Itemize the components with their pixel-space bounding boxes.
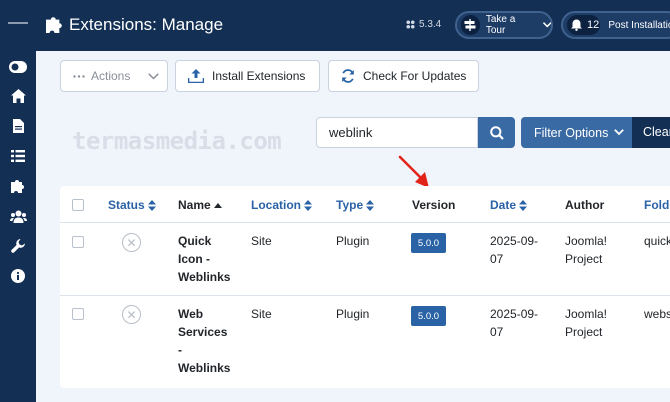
chevron-down-icon bbox=[614, 129, 625, 136]
status-disabled-icon[interactable]: ✕ bbox=[122, 233, 141, 252]
version-label: 5.3.4 bbox=[419, 19, 442, 30]
joomla-version: 5.3.4 bbox=[406, 19, 441, 30]
sidebar-item-users[interactable] bbox=[0, 201, 36, 231]
author-cell: Joomla! Project bbox=[565, 234, 608, 266]
sidebar-item-components[interactable] bbox=[0, 171, 36, 201]
column-header-version: Version bbox=[412, 198, 456, 212]
file-icon bbox=[12, 119, 24, 133]
version-badge: 5.0.0 bbox=[411, 233, 446, 253]
sort-icon bbox=[519, 199, 528, 211]
page-title: Extensions: Manage bbox=[69, 15, 224, 34]
extension-name-link[interactable]: Web Services - Weblinks bbox=[178, 305, 238, 377]
ellipsis-icon bbox=[73, 74, 85, 78]
date-cell: 2025-09- 07 bbox=[490, 234, 539, 266]
filter-options-button[interactable]: Filter Options bbox=[521, 117, 632, 148]
check-for-updates-label: Check For Updates bbox=[363, 69, 467, 83]
actions-dropdown[interactable]: Actions bbox=[60, 60, 168, 92]
wrench-icon bbox=[11, 239, 25, 253]
sidebar-logo bbox=[8, 22, 28, 24]
bell-icon bbox=[571, 19, 582, 31]
extension-name-link[interactable]: Quick Icon - Weblinks bbox=[178, 232, 238, 286]
watermark: termasmedia.com bbox=[72, 127, 282, 155]
notification-count: 12 bbox=[587, 19, 600, 31]
sidebar-item-content[interactable] bbox=[0, 111, 36, 141]
type-cell: Plugin bbox=[336, 234, 370, 248]
info-icon bbox=[11, 269, 25, 283]
column-header-type[interactable]: Type bbox=[336, 198, 375, 212]
upload-icon bbox=[188, 69, 204, 83]
sidebar-item-home[interactable] bbox=[0, 81, 36, 111]
status-disabled-icon[interactable]: ✕ bbox=[122, 305, 141, 324]
post-installation-messages-button[interactable]: 12 Post Installation bbox=[561, 11, 670, 39]
install-extensions-label: Install Extensions bbox=[212, 69, 306, 83]
column-header-name[interactable]: Name bbox=[178, 198, 222, 212]
row-checkbox[interactable] bbox=[72, 308, 84, 320]
location-cell: Site bbox=[251, 234, 272, 248]
search-button[interactable] bbox=[478, 117, 515, 148]
row-checkbox[interactable] bbox=[72, 236, 84, 248]
column-header-date[interactable]: Date bbox=[490, 198, 528, 212]
row-divider bbox=[60, 295, 670, 296]
post-installation-label: Post Installation bbox=[608, 19, 670, 31]
column-header-author: Author bbox=[565, 198, 605, 212]
clear-button[interactable]: Clear bbox=[632, 117, 670, 148]
sidebar-item-system[interactable] bbox=[0, 231, 36, 261]
signpost-icon bbox=[464, 19, 476, 31]
users-icon bbox=[9, 210, 27, 223]
type-cell: Plugin bbox=[336, 307, 370, 321]
toggle-icon bbox=[9, 61, 27, 73]
sidebar-item-menus[interactable] bbox=[0, 141, 36, 171]
filter-options-label: Filter Options bbox=[534, 125, 609, 140]
puzzle-icon bbox=[11, 180, 24, 193]
sort-icon bbox=[366, 199, 375, 211]
sidebar-item-help[interactable] bbox=[0, 261, 36, 291]
column-header-location[interactable]: Location bbox=[251, 198, 312, 212]
actions-label: Actions bbox=[91, 69, 131, 83]
check-for-updates-button[interactable]: Check For Updates bbox=[328, 60, 479, 92]
search-input[interactable]: weblink bbox=[316, 117, 478, 148]
extensions-table: Status Name Location Type Version Date A… bbox=[60, 186, 670, 388]
column-header-status[interactable]: Status bbox=[108, 198, 156, 212]
select-all-checkbox[interactable] bbox=[72, 199, 84, 211]
list-icon bbox=[11, 150, 25, 162]
search-icon bbox=[489, 125, 504, 140]
sidebar bbox=[0, 0, 36, 402]
date-cell: 2025-09- 07 bbox=[490, 307, 539, 339]
sidebar-toggle-menu[interactable] bbox=[0, 52, 36, 82]
take-tour-label: Take a Tour bbox=[485, 14, 516, 36]
header-divider bbox=[60, 222, 670, 223]
take-tour-button[interactable]: Take a Tour bbox=[455, 11, 553, 39]
chevron-down-icon bbox=[542, 22, 551, 28]
header: Extensions: Manage 5.3.4 Take a Tour 12 … bbox=[36, 0, 670, 51]
version-badge: 5.0.0 bbox=[411, 306, 446, 326]
puzzle-icon bbox=[46, 17, 62, 33]
sort-icon bbox=[147, 199, 156, 211]
install-extensions-button[interactable]: Install Extensions bbox=[175, 60, 320, 92]
refresh-icon bbox=[342, 69, 354, 83]
column-header-folder[interactable]: Folder bbox=[644, 198, 670, 212]
folder-cell: webservices bbox=[644, 307, 670, 321]
location-cell: Site bbox=[251, 307, 272, 321]
sort-icon bbox=[304, 199, 312, 211]
sort-ascending-icon bbox=[213, 202, 222, 208]
chevron-down-icon bbox=[148, 72, 160, 80]
home-icon bbox=[10, 89, 26, 103]
folder-cell: quickicon bbox=[644, 234, 670, 248]
joomla-icon bbox=[406, 20, 415, 29]
author-cell: Joomla! Project bbox=[565, 307, 608, 339]
